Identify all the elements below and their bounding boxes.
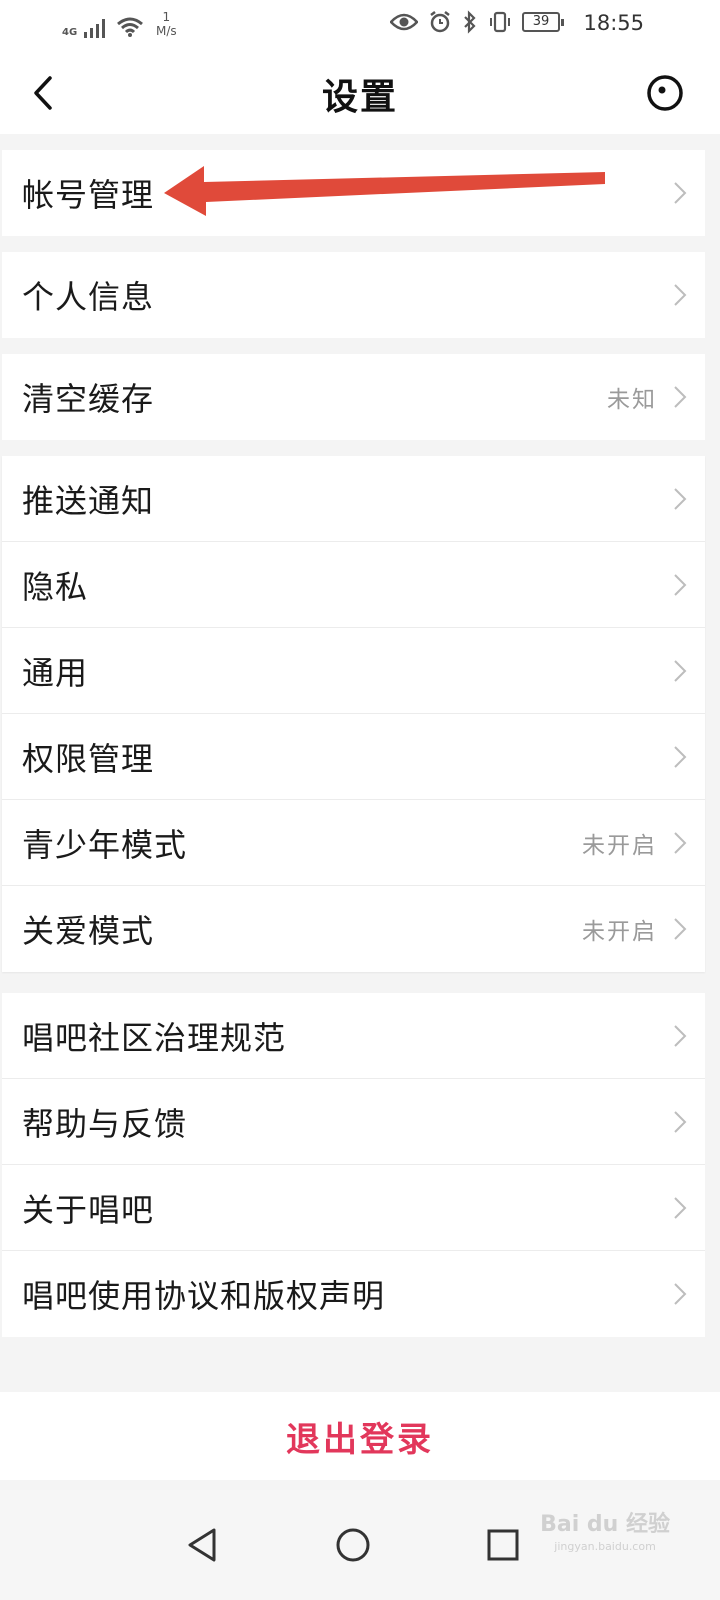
speed-value: 1 xyxy=(162,10,171,24)
setting-row-clear-cache[interactable]: 清空缓存 未知 xyxy=(2,354,705,440)
setting-row-user-agreement[interactable]: 唱吧使用协议和版权声明 xyxy=(2,1251,705,1337)
setting-row-care-mode[interactable]: 关爱模式 未开启 xyxy=(2,886,705,972)
setting-label: 权限管理 xyxy=(22,739,155,778)
chevron-right-icon xyxy=(674,1197,687,1219)
chevron-right-icon xyxy=(674,1111,687,1133)
app-header: 设置 xyxy=(0,50,720,134)
watermark-brand: Bai du 经验 xyxy=(540,1512,670,1537)
chevron-right-icon xyxy=(674,574,687,596)
setting-label: 关于唱吧 xyxy=(22,1190,155,1229)
chevron-right-icon xyxy=(674,1283,687,1305)
circle-dot-icon xyxy=(647,75,683,111)
circle-home-icon xyxy=(336,1528,370,1562)
signal-icon xyxy=(84,19,105,38)
system-nav-bar: Bai du 经验 jingyan.baidu.com xyxy=(0,1490,720,1600)
setting-row-community-rules[interactable]: 唱吧社区治理规范 xyxy=(2,993,705,1079)
chevron-right-icon xyxy=(674,284,687,306)
logout-label: 退出登录 xyxy=(286,1419,434,1460)
setting-label: 隐私 xyxy=(22,567,89,606)
setting-label: 关爱模式 xyxy=(22,912,155,950)
settings-group-cache: 清空缓存 未知 xyxy=(2,354,705,440)
chevron-right-icon xyxy=(674,918,687,940)
speed-unit: M/s xyxy=(156,24,177,38)
setting-row-personal-info[interactable]: 个人信息 xyxy=(2,252,705,338)
wifi-icon xyxy=(117,17,143,37)
setting-value: 未开启 xyxy=(582,832,657,859)
setting-label: 个人信息 xyxy=(22,278,155,316)
setting-label: 推送通知 xyxy=(22,481,155,520)
settings-group-profile: 个人信息 xyxy=(2,252,705,338)
setting-label: 唱吧社区治理规范 xyxy=(22,1018,287,1057)
setting-label: 帮助与反馈 xyxy=(22,1104,188,1143)
page-title: 设置 xyxy=(321,76,398,118)
setting-row-teen-mode[interactable]: 青少年模式 未开启 xyxy=(2,800,705,886)
setting-row-push-notifications[interactable]: 推送通知 xyxy=(2,456,705,542)
logout-button[interactable]: 退出登录 xyxy=(0,1392,720,1480)
network-type: 4G xyxy=(62,27,78,38)
watermark: Bai du 经验 jingyan.baidu.com xyxy=(540,1514,670,1558)
settings-group-general: 推送通知 隐私 通用 权限管理 青少年模式 未开启 关爱模式 未开启 xyxy=(2,456,705,972)
setting-value: 未知 xyxy=(607,387,657,413)
chevron-right-icon xyxy=(674,488,687,510)
status-bar: 4G 1 M/s 39 18:55 xyxy=(0,0,720,50)
triangle-back-icon xyxy=(188,1528,216,1562)
status-right: 39 xyxy=(390,10,564,34)
alarm-icon xyxy=(430,11,450,33)
battery-indicator: 39 xyxy=(522,12,564,32)
settings-group-about: 唱吧社区治理规范 帮助与反馈 关于唱吧 唱吧使用协议和版权声明 xyxy=(2,993,705,1337)
chevron-right-icon xyxy=(674,832,687,854)
clock: 18:55 xyxy=(583,11,644,35)
chevron-right-icon xyxy=(674,386,687,408)
setting-row-privacy[interactable]: 隐私 xyxy=(2,542,705,628)
chevron-right-icon xyxy=(674,660,687,682)
nav-home-button[interactable] xyxy=(328,1520,378,1570)
setting-label: 通用 xyxy=(22,653,89,692)
nav-back-button[interactable] xyxy=(178,1520,228,1570)
watermark-url: jingyan.baidu.com xyxy=(554,1540,656,1553)
network-speed: 1 M/s xyxy=(156,10,177,38)
more-button[interactable] xyxy=(640,68,690,118)
setting-row-permissions[interactable]: 权限管理 xyxy=(2,714,705,800)
status-left: 4G 1 M/s xyxy=(62,10,177,38)
annotation-arrow-icon xyxy=(164,166,605,216)
vibrate-icon xyxy=(490,11,510,33)
bluetooth-icon xyxy=(464,10,476,34)
setting-value: 未开启 xyxy=(582,919,657,945)
setting-label: 帐号管理 xyxy=(22,176,155,214)
nav-recents-button[interactable] xyxy=(478,1520,528,1570)
setting-label: 青少年模式 xyxy=(22,825,188,864)
chevron-right-icon xyxy=(674,1025,687,1047)
setting-row-general[interactable]: 通用 xyxy=(2,628,705,714)
square-recents-icon xyxy=(487,1529,519,1561)
chevron-right-icon xyxy=(674,746,687,768)
chevron-right-icon xyxy=(674,182,687,204)
setting-label: 唱吧使用协议和版权声明 xyxy=(22,1277,386,1315)
setting-row-about-app[interactable]: 关于唱吧 xyxy=(2,1165,705,1251)
setting-label: 清空缓存 xyxy=(22,380,155,418)
setting-row-help-feedback[interactable]: 帮助与反馈 xyxy=(2,1079,705,1165)
eye-icon xyxy=(390,13,418,31)
